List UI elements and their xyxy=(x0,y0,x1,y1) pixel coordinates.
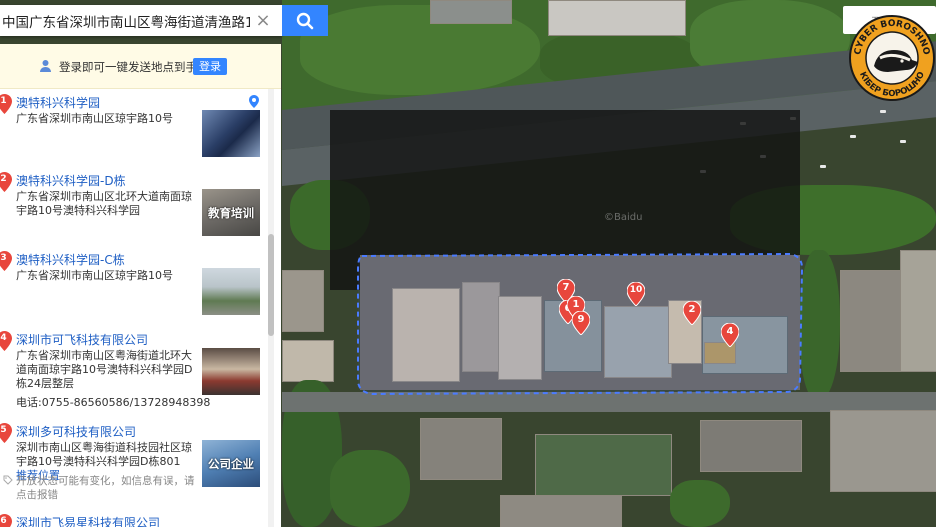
result-item-4[interactable]: 4 深圳市可飞科技有限公司 广东省深圳市南山区粤海街道北环大道南面琼宇路10号澳… xyxy=(0,331,268,421)
map-watermark: ©Baidu xyxy=(604,212,643,223)
result-pin-3: 3 xyxy=(0,251,12,271)
result-panel: 登录即可一键发送地点到手机 登录 1 澳特科兴科学园 广东省深圳市南山区琼宇路1… xyxy=(0,44,281,527)
result-title[interactable]: 深圳市可飞科技有限公司 xyxy=(16,331,148,348)
search-box: × xyxy=(0,5,282,36)
result-item-3[interactable]: 3 澳特科兴科学园-C栋 广东省深圳市南山区琼宇路10号 xyxy=(0,251,268,319)
result-address: 广东省深圳市南山区粤海街道北环大道南面琼宇路10号澳特科兴科学园D栋24层整层 xyxy=(16,349,193,390)
search-input[interactable] xyxy=(0,5,250,36)
result-phone: 电话:0755-86560586/13728948398 xyxy=(16,396,211,409)
result-address: 广东省深圳市南山区琼宇路10号 xyxy=(16,112,173,125)
result-item-2[interactable]: 2 澳特科兴科学园-D栋 广东省深圳市南山区北环大道南面琼宇路10号澳特科兴科学… xyxy=(0,172,268,246)
thumbnail-label: 教育培训 xyxy=(208,206,254,220)
result-title[interactable]: 澳特科兴科学园-C栋 xyxy=(16,251,125,268)
result-thumbnail[interactable]: 公司企业 xyxy=(202,440,260,487)
cyber-boroshno-logo: CYBER BOROSHNO КІБЕР БОРОШНО xyxy=(849,15,935,101)
login-button[interactable]: 登录 xyxy=(193,58,227,75)
result-pin-2: 2 xyxy=(0,172,12,192)
search-button[interactable] xyxy=(282,5,328,36)
result-thumbnail[interactable] xyxy=(202,348,260,395)
result-pin-4: 4 xyxy=(0,331,12,351)
result-title[interactable]: 澳特科兴科学园 xyxy=(16,94,100,111)
scrollbar-thumb[interactable] xyxy=(268,234,274,336)
thumbnail-label: 公司企业 xyxy=(208,457,254,471)
result-pin-6: 6 xyxy=(0,514,12,527)
result-title[interactable]: 澳特科兴科学园-D栋 xyxy=(16,172,126,189)
result-address: 广东省深圳市南山区琼宇路10号 xyxy=(16,269,173,282)
result-pin-5: 5 xyxy=(0,423,12,443)
map-marker-9[interactable]: 9 xyxy=(571,310,591,336)
tag-icon xyxy=(3,475,13,485)
login-bar: 登录即可一键发送地点到手机 登录 xyxy=(0,44,281,89)
result-title[interactable]: 深圳多可科技有限公司 xyxy=(16,423,136,440)
result-title[interactable]: 深圳市飞易星科技有限公司 xyxy=(16,514,160,527)
user-icon xyxy=(40,60,51,72)
login-prompt: 登录即可一键发送地点到手机 xyxy=(59,60,209,74)
status-note[interactable]: 开放状态可能有变化，如信息有误，请点击报错 xyxy=(16,474,196,502)
map-marker-10[interactable]: 10 xyxy=(626,281,646,307)
result-pin-1: 1 xyxy=(0,94,12,114)
result-thumbnail[interactable] xyxy=(202,268,260,315)
map-marker-4[interactable]: 4 xyxy=(720,322,740,348)
search-icon xyxy=(296,12,314,30)
map-marker-2[interactable]: 2 xyxy=(682,300,702,326)
location-icon[interactable] xyxy=(249,95,259,108)
result-address: 广东省深圳市南山区北环大道南面琼宇路10号澳特科兴科学园 xyxy=(16,190,192,217)
result-thumbnail[interactable]: 教育培训 xyxy=(202,189,260,236)
result-item-6[interactable]: 6 深圳市飞易星科技有限公司 xyxy=(0,514,268,527)
result-thumbnail[interactable] xyxy=(202,110,260,157)
clear-icon[interactable]: × xyxy=(252,10,274,32)
result-item-1[interactable]: 1 澳特科兴科学园 广东省深圳市南山区琼宇路10号 xyxy=(0,94,268,160)
